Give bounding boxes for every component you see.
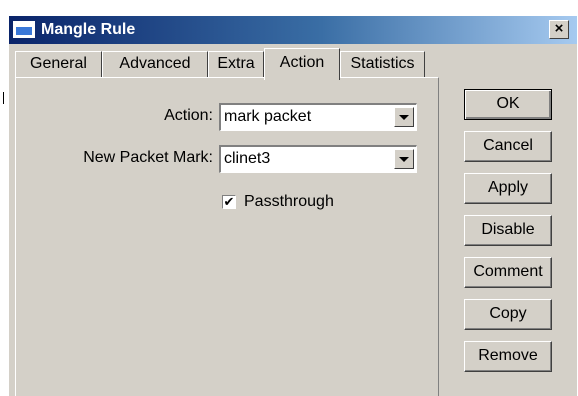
comment-button[interactable]: Comment — [464, 257, 552, 288]
disable-button[interactable]: Disable — [464, 215, 552, 246]
title-bar[interactable]: Mangle Rule × — [9, 16, 577, 44]
tab-statistics[interactable]: Statistics — [340, 51, 425, 78]
tab-general[interactable]: General — [15, 51, 102, 78]
mangle-rule-dialog: Mangle Rule × General Advanced Extra Act… — [9, 16, 577, 396]
ok-button[interactable]: OK — [464, 89, 552, 120]
tab-action[interactable]: Action — [264, 48, 340, 80]
tab-extra[interactable]: Extra — [208, 51, 264, 78]
cancel-button[interactable]: Cancel — [464, 131, 552, 162]
edge-mark — [3, 92, 4, 104]
window-icon — [13, 21, 35, 38]
remove-button[interactable]: Remove — [464, 341, 552, 372]
apply-button[interactable]: Apply — [464, 173, 552, 204]
copy-button[interactable]: Copy — [464, 299, 552, 330]
close-button[interactable]: × — [549, 20, 569, 39]
tab-advanced[interactable]: Advanced — [102, 51, 208, 78]
window-title: Mangle Rule — [41, 21, 136, 38]
action-tab-panel — [15, 77, 439, 396]
